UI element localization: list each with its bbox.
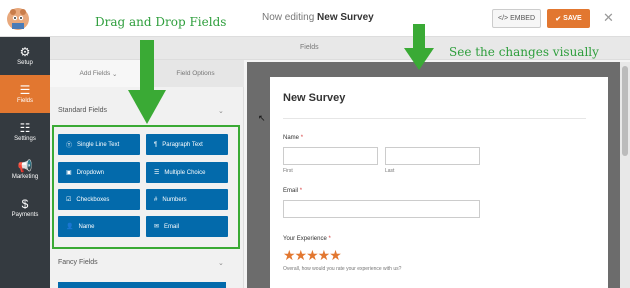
list-icon: ☰	[154, 170, 160, 176]
standard-fields-heading[interactable]: Standard Fields	[58, 107, 107, 114]
dollar-icon: $	[21, 197, 29, 211]
sidebar-item-label: Setup	[17, 60, 33, 66]
tab-field-options-label: Field Options	[176, 70, 215, 77]
field-single-line-text-button[interactable]: Ⓣ Single Line Text	[58, 134, 140, 155]
field-numbers-button[interactable]: # Numbers	[146, 189, 228, 210]
required-mark: *	[299, 188, 303, 194]
field-button-label: Numbers	[162, 196, 187, 203]
sidebar-item-fields[interactable]: ☰ Fields	[0, 75, 50, 113]
dropdown-icon: ▣	[66, 170, 72, 176]
sidebar-item-payments[interactable]: $ Payments	[0, 189, 50, 227]
user-icon: 👤	[66, 224, 74, 230]
fancy-fields-button-strip[interactable]	[58, 282, 226, 288]
field-email-button[interactable]: ✉ Email	[146, 216, 228, 237]
form-name: New Survey	[317, 12, 374, 23]
field-button-label: Single Line Text	[77, 141, 120, 148]
fields-header-title: Fields	[300, 44, 319, 51]
preview-form-title[interactable]: New Survey	[283, 92, 345, 104]
code-icon: </>	[497, 15, 509, 22]
sidebar: ⚙ Setup ☰ Fields ☷ Settings 📢 Marketing …	[0, 37, 50, 288]
editing-title: Now editing New Survey	[262, 12, 374, 23]
sidebar-item-settings[interactable]: ☷ Settings	[0, 113, 50, 151]
hash-icon: #	[154, 196, 158, 203]
check-icon: ✔	[555, 15, 562, 23]
drag-drop-annotation: Drag and Drop Fields	[95, 15, 227, 29]
chevron-down-icon[interactable]: ⌄	[218, 259, 224, 267]
email-label-text: Email	[283, 188, 299, 194]
close-icon[interactable]: ✕	[603, 10, 614, 26]
email-field-label[interactable]: Email *	[283, 188, 302, 194]
field-button-label: Paragraph Text	[162, 141, 203, 148]
field-button-label: Email	[164, 223, 180, 230]
wpforms-logo-icon	[7, 8, 29, 30]
text-icon: Ⓣ	[66, 143, 73, 149]
embed-label: EMBED	[510, 15, 536, 22]
sidebar-item-label: Fields	[16, 98, 33, 104]
sidebar-item-setup[interactable]: ⚙ Setup	[0, 37, 50, 75]
last-name-input[interactable]	[385, 147, 480, 165]
field-checkboxes-button[interactable]: ☑ Checkboxes	[58, 189, 140, 210]
arrow-down-icon	[128, 40, 166, 124]
field-button-label: Multiple Choice	[164, 169, 206, 176]
paragraph-icon: ¶	[154, 141, 158, 148]
scrollbar-thumb[interactable]	[622, 66, 628, 156]
list-icon: ☰	[19, 83, 31, 97]
rating-question: Overall, how would you rate your experie…	[283, 266, 402, 272]
gear-icon: ⚙	[19, 45, 31, 59]
see-changes-annotation: See the changes visually	[449, 45, 599, 59]
mouse-cursor-icon: ↖	[258, 113, 266, 123]
editing-prefix: Now editing	[262, 12, 315, 23]
megaphone-icon: 📢	[17, 159, 33, 173]
last-sublabel: Last	[385, 168, 395, 174]
field-button-label: Dropdown	[76, 169, 105, 176]
chevron-down-icon[interactable]: ⌄	[218, 107, 224, 115]
required-mark: *	[328, 236, 331, 242]
embed-button[interactable]: </> EMBED	[492, 9, 541, 28]
email-input[interactable]	[283, 200, 480, 218]
name-field-label[interactable]: Name *	[283, 135, 303, 141]
checkbox-icon: ☑	[66, 197, 72, 203]
sidebar-item-label: Settings	[14, 136, 36, 142]
field-multiple-choice-button[interactable]: ☰ Multiple Choice	[146, 162, 228, 183]
save-button[interactable]: ✔ SAVE	[547, 9, 590, 28]
first-name-input[interactable]	[283, 147, 378, 165]
arrow-down-icon	[404, 24, 434, 70]
field-button-label: Name	[78, 223, 95, 230]
chevron-down-icon: ⌄	[112, 70, 118, 78]
field-dropdown-button[interactable]: ▣ Dropdown	[58, 162, 140, 183]
field-paragraph-text-button[interactable]: ¶ Paragraph Text	[146, 134, 228, 155]
save-label: SAVE	[563, 15, 582, 22]
sidebar-item-label: Payments	[11, 212, 39, 218]
sliders-icon: ☷	[19, 121, 31, 135]
experience-field-label[interactable]: Your Experience *	[283, 236, 331, 242]
name-label-text: Name	[283, 135, 300, 141]
required-mark: *	[300, 135, 304, 141]
experience-label-text: Your Experience	[283, 236, 327, 242]
title-divider	[283, 118, 586, 119]
tab-add-fields-label: Add Fields	[79, 70, 111, 77]
field-button-label: Checkboxes	[76, 196, 110, 203]
first-sublabel: First	[283, 168, 293, 174]
rating-stars[interactable]: ★★★★★	[283, 247, 342, 264]
sidebar-item-label: Marketing	[11, 174, 39, 180]
sidebar-item-marketing[interactable]: 📢 Marketing	[0, 151, 50, 189]
fancy-fields-heading[interactable]: Fancy Fields	[58, 259, 98, 266]
envelope-icon: ✉	[154, 224, 160, 230]
field-name-button[interactable]: 👤 Name	[58, 216, 140, 237]
